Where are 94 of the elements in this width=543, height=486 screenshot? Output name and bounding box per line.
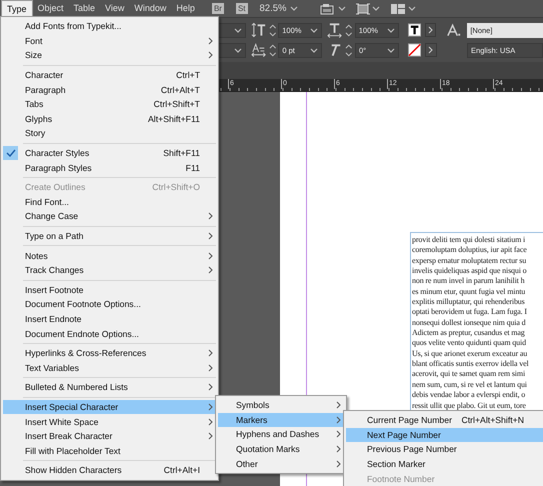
text-line: nonsequi dollest ionseque nim quia d bbox=[412, 318, 526, 328]
chevron-right-icon bbox=[208, 212, 212, 220]
menu-item[interactable]: Help bbox=[171, 0, 200, 17]
text-line: debis vendae labor a evlerspi endit, o bbox=[412, 390, 526, 400]
menu-item[interactable]: Track Changes bbox=[3, 262, 216, 278]
swap-button[interactable] bbox=[425, 43, 437, 57]
menu-item[interactable]: Character Styles Shift+F11 bbox=[3, 146, 216, 160]
menu-item[interactable]: Insert White Space bbox=[3, 414, 216, 429]
dropdown-field[interactable] bbox=[217, 42, 246, 58]
text-line: quos velite vento quidunti quam quid bbox=[412, 338, 526, 349]
stroke-swatch-icon[interactable] bbox=[408, 43, 422, 57]
caret-icon[interactable] bbox=[234, 26, 242, 34]
menu-item[interactable]: Document Footnote Options... bbox=[3, 297, 216, 312]
zoom-level[interactable]: 82.5% bbox=[260, 3, 286, 14]
caret-icon[interactable] bbox=[408, 5, 416, 12]
menu-item[interactable]: Paragraph Styles F11 bbox=[3, 160, 216, 175]
menu-item[interactable]: Notes bbox=[3, 248, 216, 263]
app-badge[interactable]: St bbox=[236, 3, 248, 14]
menu-item[interactable]: Type on a Path bbox=[3, 228, 216, 244]
menu-item[interactable]: Story bbox=[3, 126, 216, 141]
menu-item[interactable]: Insert Footnote bbox=[3, 282, 216, 298]
caret-icon[interactable] bbox=[338, 5, 346, 12]
menu-item[interactable]: Previous Page Number bbox=[346, 442, 543, 457]
chevron-right-icon bbox=[208, 232, 212, 240]
menu-item[interactable]: Current Page Number Ctrl+Alt+Shift+N bbox=[346, 413, 543, 428]
caret-icon[interactable] bbox=[372, 5, 380, 12]
menu-item[interactable]: Paragraph Ctrl+Alt+T bbox=[3, 82, 216, 97]
spinner-arrows-icon[interactable] bbox=[268, 24, 276, 36]
text-line: invelis quideliquas aspid que nisqui o bbox=[412, 266, 527, 276]
tracking-icon bbox=[250, 42, 266, 58]
menu-item[interactable]: Show Hidden Characters Ctrl+Alt+I bbox=[3, 463, 216, 478]
fill-swatch-icon[interactable] bbox=[408, 23, 421, 37]
text-line: explitis milluptatur, qui rehenderibus bbox=[412, 297, 525, 308]
menu-item[interactable]: Insert Special Character bbox=[3, 400, 216, 414]
menu-item[interactable]: Window bbox=[129, 0, 172, 17]
vertical-scale-icon bbox=[250, 22, 266, 38]
text-line: Adictem as preptur, cusandus et mag bbox=[412, 328, 525, 338]
caret-icon[interactable] bbox=[234, 46, 242, 54]
menu-item[interactable]: Find Font... bbox=[3, 194, 216, 210]
app-badge[interactable]: Br bbox=[212, 3, 224, 14]
text-line: coremoluptam doluptius, iur apit face bbox=[412, 245, 527, 256]
menu-item[interactable]: Change Case bbox=[3, 209, 216, 224]
menu-item[interactable]: Tabs Ctrl+Shift+T bbox=[3, 96, 216, 112]
chevron-right-icon bbox=[428, 46, 434, 54]
text-line: nem sum, cum, si re vel et lantum qui bbox=[412, 380, 527, 390]
menu-item[interactable]: Section Marker bbox=[346, 456, 543, 472]
menu-item[interactable]: Table bbox=[68, 0, 100, 17]
menu-item[interactable]: Text Variables bbox=[3, 360, 216, 376]
caret-icon[interactable] bbox=[386, 46, 395, 54]
menu-item[interactable]: Symbols bbox=[218, 398, 344, 413]
text-line: provit deliti tem qui dolesti sitatium i bbox=[412, 235, 526, 246]
text-line: Us, si que arionet exerum exceatur au bbox=[412, 348, 528, 360]
text-line: non re num invel in parum lanihilit h bbox=[412, 276, 524, 287]
menu-item[interactable]: View bbox=[100, 0, 130, 17]
menu-item[interactable]: Size bbox=[3, 48, 216, 63]
menu-item[interactable]: Fill with Placeholder Text bbox=[3, 443, 216, 458]
menu-item[interactable]: Quotation Marks bbox=[218, 442, 344, 456]
caret-icon[interactable] bbox=[386, 26, 395, 34]
frame-icon[interactable] bbox=[356, 2, 370, 14]
menu-item[interactable]: Object bbox=[32, 0, 69, 17]
spinner-arrows-icon[interactable] bbox=[345, 44, 354, 56]
character-style-icon bbox=[446, 23, 462, 37]
menu-item[interactable]: Document Endnote Options... bbox=[3, 326, 216, 341]
menu-item[interactable]: Type bbox=[1, 0, 33, 17]
text-line: blant officatis suntis exerrov idella vel bbox=[412, 359, 529, 370]
menu-item[interactable]: Glyphs Alt+Shift+F11 bbox=[3, 112, 216, 126]
caret-icon[interactable] bbox=[310, 26, 318, 34]
horizontal-scale-icon bbox=[327, 22, 342, 38]
text-line: acerovit, qui te samet quam rem simi bbox=[412, 369, 526, 380]
menu-item[interactable]: Bulleted & Numbered Lists bbox=[3, 380, 216, 395]
layout-icon[interactable] bbox=[390, 2, 406, 14]
spinner-arrows-icon[interactable] bbox=[268, 44, 276, 56]
menu-item[interactable]: Insert Endnote bbox=[3, 312, 216, 326]
chevron-right-icon bbox=[428, 26, 434, 34]
menu-item[interactable]: Markers bbox=[218, 412, 344, 428]
screen-mode-icon[interactable] bbox=[320, 2, 336, 14]
text-line: ressit ullit que plabo. Git ut eum, tore bbox=[412, 400, 526, 411]
text-line: optati berovidem ut fuga. Lam fuga. I bbox=[412, 307, 527, 318]
caret-icon[interactable] bbox=[290, 5, 298, 12]
menu-item[interactable]: Other bbox=[218, 456, 344, 471]
menu-item[interactable]: Next Page Number bbox=[346, 428, 543, 442]
menu-item[interactable]: Hyphens and Dashes bbox=[218, 427, 344, 442]
swap-button[interactable] bbox=[424, 23, 436, 37]
text-line: expersp ernatur moluptatem rectur su bbox=[412, 256, 526, 266]
chevron-right-icon bbox=[208, 383, 212, 392]
dropdown-field[interactable] bbox=[217, 22, 246, 38]
menu-item[interactable]: Insert Break Character bbox=[3, 428, 216, 444]
menu-item[interactable]: Character Ctrl+T bbox=[3, 68, 216, 82]
menu-item[interactable]: Hyperlinks & Cross-References bbox=[3, 346, 216, 360]
text-line: es minum etur, quunt fugia vel mintu bbox=[412, 286, 526, 298]
menu-item[interactable]: Add Fonts from Typekit... bbox=[3, 19, 216, 34]
caret-icon[interactable] bbox=[310, 46, 318, 54]
menu-item[interactable]: Font bbox=[3, 34, 216, 48]
spinner-arrows-icon[interactable] bbox=[345, 24, 353, 36]
